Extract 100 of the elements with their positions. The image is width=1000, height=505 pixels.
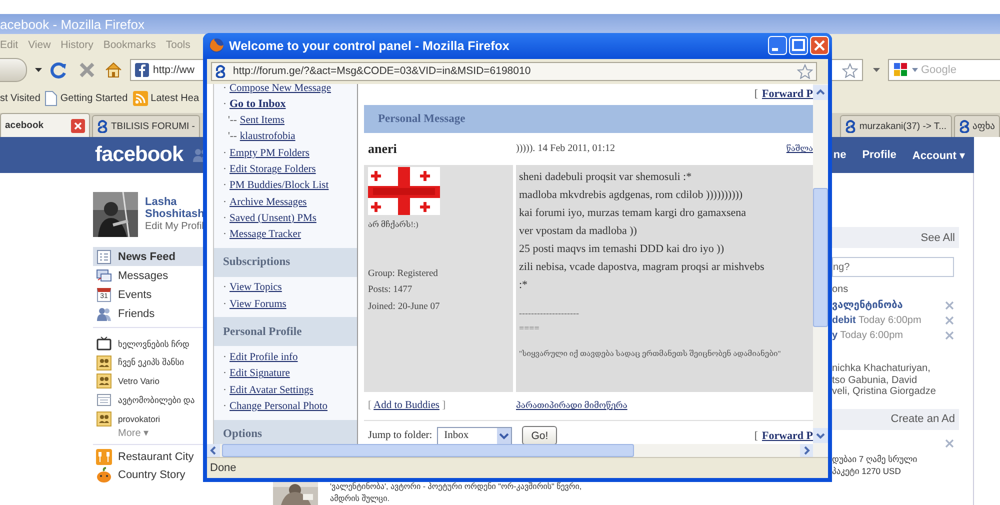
browser-tab[interactable]: TBILISIS FORUMI -: [92, 115, 200, 137]
window-title: Welcome to your control panel - Mozilla Firefox: [229, 38, 510, 53]
menu-link[interactable]: View Forums: [230, 298, 286, 310]
add-buddy-link[interactable]: Add to Buddies: [374, 400, 440, 412]
menu-link[interactable]: Edit Signature: [230, 368, 290, 380]
stop-icon[interactable]: [79, 62, 95, 78]
signature-rule: ====: [519, 322, 540, 335]
message-line: ver vpostam da madloba )): [519, 224, 638, 239]
forward-pm-link[interactable]: Forward P: [762, 430, 813, 442]
menu-link[interactable]: Edit Avatar Settings: [230, 384, 314, 396]
sender-name[interactable]: aneri: [364, 140, 516, 157]
link-prefix: ·: [223, 298, 226, 310]
menu-link[interactable]: Sent Items: [240, 115, 285, 126]
forum-icon: [845, 120, 856, 133]
page-icon: [96, 392, 112, 408]
sidebar-item[interactable]: Messages: [93, 266, 205, 285]
menu-link[interactable]: Compose New Message: [230, 84, 331, 94]
nav-link[interactable]: Account ▾: [912, 148, 965, 162]
restaurant-icon: [96, 448, 112, 465]
link-prefix: ·: [223, 212, 226, 224]
section-heading: Options: [214, 420, 357, 444]
link-prefix: '--: [228, 115, 237, 126]
sidebar-item[interactable]: Vetro Vario: [93, 372, 205, 391]
app-link[interactable]: Restaurant City: [93, 448, 205, 466]
message-line: sheni dadebuli proqsit var shemosuli :*: [519, 170, 693, 185]
author-info: Joined: 20-June 07: [368, 302, 441, 314]
menu-link[interactable]: Empty PM Folders: [230, 148, 310, 159]
dropdown-icon[interactable]: [873, 68, 880, 72]
scroll-up-icon[interactable]: [813, 84, 828, 100]
friends-icon: [96, 306, 112, 322]
dropdown-icon[interactable]: [35, 68, 42, 72]
section-title: ons: [832, 284, 850, 297]
menu-link[interactable]: View Topics: [230, 282, 282, 294]
menu-link[interactable]: Archive Messages: [230, 196, 307, 208]
bookmark-item[interactable]: Latest Hea: [132, 91, 200, 106]
maximize-icon[interactable]: [789, 36, 808, 56]
menu-link[interactable]: Go to Inbox: [230, 98, 286, 110]
app-link[interactable]: Country Story: [93, 466, 205, 484]
folder-select[interactable]: Inbox: [437, 426, 512, 444]
menu-link[interactable]: klaustrofobia: [240, 131, 296, 142]
browser-tab[interactable]: murzakani(37) -> T...: [840, 115, 952, 137]
sidebar-item[interactable]: News Feed: [93, 247, 205, 266]
bracket-text: [: [754, 430, 758, 442]
home-icon[interactable]: [105, 62, 122, 78]
browser-tab[interactable]: აფხა: [954, 115, 1000, 137]
see-all-link[interactable]: See All: [920, 232, 955, 244]
page-icon: [45, 91, 58, 106]
nav-link[interactable]: Profile: [862, 148, 896, 162]
sidebar-item[interactable]: provokatori: [93, 409, 205, 428]
menu-link[interactable]: Message Tracker: [230, 229, 301, 240]
facebook-icon: [135, 63, 149, 77]
bookmark-item[interactable]: Getting Started: [45, 91, 128, 106]
scroll-down-icon[interactable]: [813, 428, 828, 444]
link-prefix: ·: [223, 368, 226, 380]
reload-icon[interactable]: [50, 62, 67, 78]
link-prefix: ·: [223, 400, 226, 412]
bookmark-item[interactable]: st Visited: [0, 93, 40, 104]
menu-link[interactable]: Saved (Unsent) PMs: [230, 212, 316, 224]
profile-name[interactable]: Lasha Shoshitash: [145, 196, 207, 220]
forward-button[interactable]: [0, 58, 27, 82]
event-name[interactable]: y: [832, 330, 838, 341]
sidebar-item[interactable]: Friends: [93, 304, 205, 323]
event-name[interactable]: ვალენტინობა: [832, 300, 903, 311]
facebook-logo: facebook: [95, 143, 184, 167]
nav-link[interactable]: ne: [833, 148, 846, 162]
sidebar-item[interactable]: ავტომობილები და: [93, 390, 205, 410]
event-name[interactable]: debit: [832, 315, 856, 326]
forum-icon: [215, 64, 226, 78]
reply-link[interactable]: პარათიპირადი მიმოწერა: [516, 400, 628, 412]
scrollbar-thumb[interactable]: [813, 188, 828, 327]
event-time: Today 6:00pm: [857, 315, 922, 326]
scrollbar-thumb[interactable]: [222, 444, 634, 458]
bracket-text: ]: [441, 400, 446, 412]
menu-link[interactable]: PM Buddies/Block List: [230, 180, 329, 192]
delete-link[interactable]: წაშლა: [786, 144, 813, 154]
forward-pm-link[interactable]: Forward P: [762, 88, 813, 100]
menu-link[interactable]: Change Personal Photo: [230, 400, 328, 412]
message-line: kai forumi iyo, murzas temam kargi dro gamaxsena: [519, 206, 748, 221]
link-prefix: ·: [223, 384, 226, 396]
minimize-icon[interactable]: [768, 36, 787, 56]
message-date: ))))). 14 Feb 2011, 01:12: [516, 143, 616, 154]
people-text: veli, Qristina Giorgadze: [832, 386, 937, 398]
menu-link[interactable]: Edit Profile info: [230, 352, 298, 364]
close-icon[interactable]: [71, 118, 85, 132]
group-icon: [96, 410, 112, 427]
scroll-left-icon[interactable]: [207, 444, 220, 458]
browser-tab[interactable]: acebook: [0, 113, 90, 137]
scroll-right-icon[interactable]: [800, 444, 813, 458]
address-field[interactable]: http://forum.ge/?&act=Msg&CODE=03&VID=in&MSID=6198010: [211, 62, 817, 81]
create-ad-link[interactable]: Create an Ad: [890, 413, 955, 425]
edit-profile-link[interactable]: Edit My Profil: [145, 221, 207, 232]
status-field[interactable]: ng?: [832, 257, 954, 277]
go-button[interactable]: Go!: [522, 426, 558, 444]
menu-link[interactable]: Edit Storage Folders: [230, 164, 316, 175]
star-icon[interactable]: [842, 62, 858, 78]
more-link[interactable]: More ▾: [93, 428, 205, 439]
sidebar-item[interactable]: ხელოვნების ჩრდ: [93, 335, 205, 354]
ad-text: დუბაი 7 ღამე სრული: [832, 452, 918, 464]
star-icon[interactable]: [797, 64, 813, 79]
sidebar-item[interactable]: ჩვენ ეკიპს შანსი: [93, 354, 205, 372]
